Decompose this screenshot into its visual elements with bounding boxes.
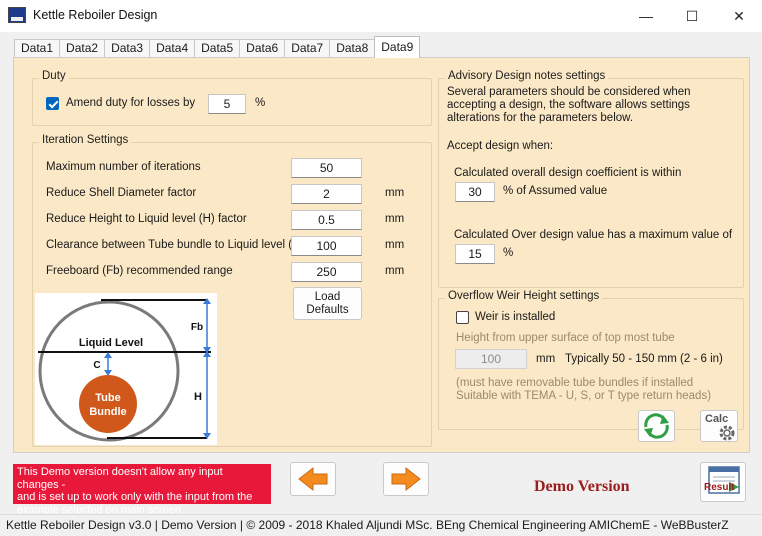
amend-duty-label: Amend duty for losses by (66, 97, 196, 109)
amend-duty-unit: % (255, 97, 266, 109)
weir-note-line1: (must have removable tube bundles if ins… (456, 377, 694, 389)
overdesign-unit: % (503, 247, 514, 259)
demo-message-line1: This Demo version doesn't allow any inpu… (17, 466, 223, 491)
load-defaults-line1: Load (314, 291, 341, 303)
freeboard-unit: mm (385, 265, 405, 277)
maximize-button[interactable]: ☐ (669, 0, 715, 32)
tube-bundle-circle (79, 375, 137, 433)
tab-data1[interactable]: Data1 (14, 39, 61, 58)
weir-height-input[interactable]: 100 (455, 349, 527, 369)
overflow-weir-title: Overflow Weir Height settings (445, 290, 603, 302)
max-iterations-label: Maximum number of iterations (46, 161, 201, 173)
iteration-settings-title: Iteration Settings (39, 134, 132, 146)
status-bar: Kettle Reboiler Design v3.0 | Demo Versi… (0, 514, 762, 536)
clearance-unit: mm (385, 239, 405, 251)
tab-data3[interactable]: Data3 (104, 39, 151, 58)
forward-button[interactable] (383, 462, 429, 496)
overflow-weir-group: Overflow Weir Height settings Weir is in… (438, 290, 744, 430)
weir-typical-range: Typically 50 - 150 mm (2 - 6 in) (565, 353, 723, 365)
client-area: Data1 Data2 Data3 Data4 Data5 Data6 Data… (0, 32, 762, 536)
advisory-note-line1: Several parameters should be considered … (447, 86, 691, 98)
load-defaults-button[interactable]: Load Defaults (293, 287, 362, 320)
max-iterations-input[interactable]: 50 (291, 158, 362, 178)
clearance-label: Clearance between Tube bundle to Liquid … (46, 239, 305, 251)
overdesign-input[interactable]: 15 (455, 244, 495, 264)
coefficient-label: Calculated overall design coefficient is… (454, 167, 682, 179)
tab-data4[interactable]: Data4 (149, 39, 196, 58)
c-label: C (93, 360, 100, 371)
title-bar: Kettle Reboiler Design — ☐ ✕ (0, 0, 762, 32)
load-defaults-line2: Defaults (306, 304, 349, 316)
shell-diameter-factor-input[interactable]: 2 (291, 184, 362, 204)
demo-version-label: Demo Version (534, 478, 630, 495)
weir-height-label: Height from upper surface of top most tu… (456, 332, 675, 344)
advisory-notes-title: Advisory Design notes settings (445, 70, 609, 82)
accept-design-label: Accept design when: (447, 140, 554, 152)
demo-message-line2: and is set up to work only with the inpu… (17, 491, 253, 503)
minimize-button[interactable]: — (623, 0, 669, 32)
app-icon (8, 7, 26, 23)
demo-message: This Demo version doesn't allow any inpu… (13, 464, 271, 516)
amend-duty-checkbox[interactable] (46, 97, 59, 110)
amend-duty-input[interactable]: 5 (208, 94, 246, 114)
iteration-settings-group: Iteration Settings Maximum number of ite… (32, 134, 432, 447)
refresh-button[interactable] (638, 410, 675, 442)
refresh-icon (644, 413, 669, 439)
advisory-note-line3: alterations for the parameters below. (447, 112, 634, 124)
weir-height-unit: mm (536, 353, 556, 365)
weir-installed-checkbox[interactable] (456, 311, 469, 324)
tab-data6[interactable]: Data6 (239, 39, 286, 58)
tab-data9[interactable]: Data9 (374, 36, 421, 58)
freeboard-label: Freeboard (Fb) recommended range (46, 265, 233, 277)
height-factor-unit: mm (385, 213, 405, 225)
tab-data8[interactable]: Data8 (329, 39, 376, 58)
height-factor-input[interactable]: 0.5 (291, 210, 362, 230)
duty-group-title: Duty (39, 70, 69, 82)
tab-panel-data9: Duty Amend duty for losses by 5 % Iterat… (13, 57, 750, 453)
back-button[interactable] (290, 462, 336, 496)
result-label: Result (704, 482, 735, 493)
coefficient-unit: % of Assumed value (503, 185, 608, 197)
calc-button[interactable]: Calc (700, 410, 738, 442)
shell-diameter-factor-label: Reduce Shell Diameter factor (46, 187, 197, 199)
height-factor-label: Reduce Height to Liquid level (H) factor (46, 213, 247, 225)
arrow-right-icon (391, 466, 421, 492)
advisory-note-line2: accepting a design, the software allows … (447, 99, 690, 111)
close-button[interactable]: ✕ (716, 0, 762, 32)
freeboard-input[interactable]: 250 (291, 262, 362, 282)
duty-group: Duty Amend duty for losses by 5 % (32, 70, 432, 126)
bundle-label: Bundle (89, 406, 126, 418)
fb-label: Fb (191, 322, 203, 333)
result-button[interactable]: Result (700, 462, 746, 502)
weir-note-line2: Suitable with TEMA - U, S, or T type ret… (456, 390, 712, 402)
overdesign-label: Calculated Over design value has a maxim… (454, 229, 733, 241)
shell-diameter-factor-unit: mm (385, 187, 405, 199)
tab-data7[interactable]: Data7 (284, 39, 331, 58)
gear-icon (719, 425, 735, 441)
tab-data2[interactable]: Data2 (59, 39, 106, 58)
arrow-left-icon (298, 466, 328, 492)
liquid-level-label: Liquid Level (79, 337, 143, 349)
window-title: Kettle Reboiler Design (33, 8, 158, 22)
kettle-diagram: Liquid Level C Tube Bundle H Fb (35, 293, 217, 445)
weir-installed-label: Weir is installed (475, 311, 556, 323)
coefficient-input[interactable]: 30 (455, 182, 495, 202)
advisory-notes-group: Advisory Design notes settings Several p… (438, 70, 744, 288)
tab-strip: Data1 Data2 Data3 Data4 Data5 Data6 Data… (14, 36, 421, 58)
tube-label: Tube (95, 392, 120, 404)
h-label: H (194, 391, 202, 403)
clearance-input[interactable]: 100 (291, 236, 362, 256)
tab-data5[interactable]: Data5 (194, 39, 241, 58)
